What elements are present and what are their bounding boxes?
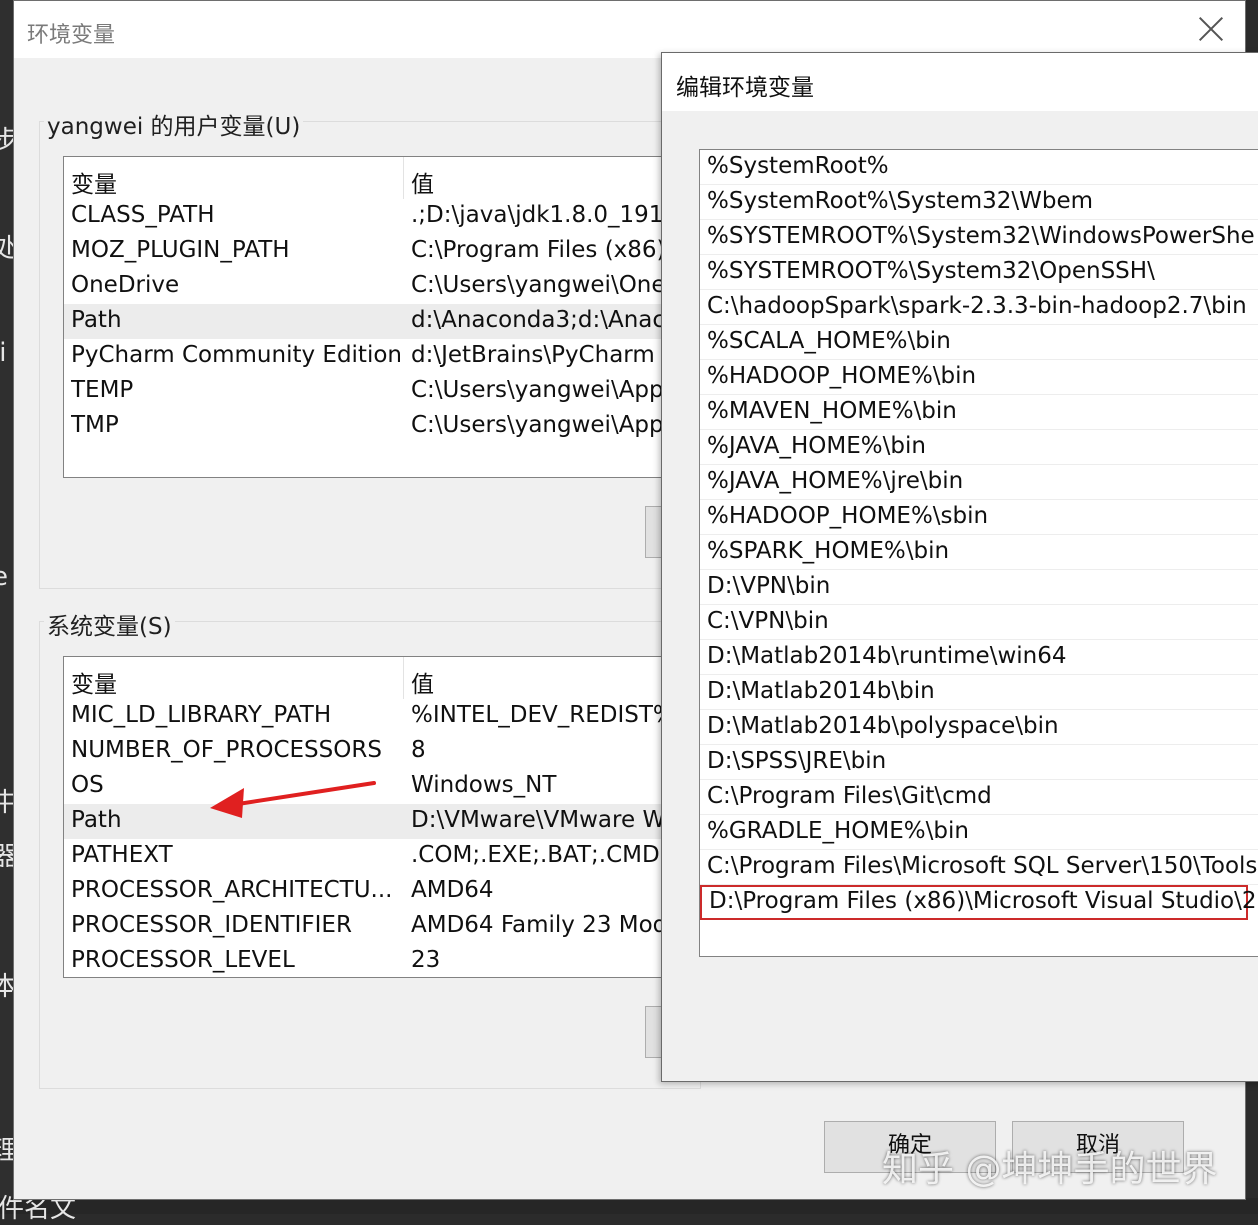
column-divider[interactable] bbox=[403, 157, 404, 199]
list-item[interactable]: %HADOOP_HOME%\bin bbox=[700, 360, 1258, 395]
variable-name: PROCESSOR_LEVEL bbox=[71, 947, 295, 973]
table-row-selected[interactable]: Path d:\Anaconda3;d:\Anac bbox=[64, 304, 704, 339]
list-item-edit-field[interactable]: D:\Program Files (x86)\Microsoft Visual … bbox=[700, 885, 1258, 920]
system-variables-legend: 系统变量(S) bbox=[44, 607, 175, 641]
table-row[interactable]: PyCharm Community Edition d:\JetBrains\Py… bbox=[64, 339, 704, 374]
list-item[interactable]: D:\Matlab2014b\polyspace\bin bbox=[700, 710, 1258, 745]
user-variables-table[interactable]: 变量 值 CLASS_PATH .;D:\java\jdk1.8.0_191/ M… bbox=[63, 156, 705, 478]
table-row[interactable]: MIC_LD_LIBRARY_PATH %INTEL_DEV_REDIST% bbox=[64, 699, 704, 734]
table-row[interactable]: OneDrive C:\Users\yangwei\One bbox=[64, 269, 704, 304]
list-item[interactable]: C:\Program Files\Git\cmd bbox=[700, 780, 1258, 815]
path-entries-list[interactable]: %SystemRoot% %SystemRoot%\System32\Wbem … bbox=[699, 149, 1258, 957]
table-row[interactable]: PROCESSOR_LEVEL 23 bbox=[64, 944, 704, 977]
list-item[interactable]: %SystemRoot%\System32\Wbem bbox=[700, 185, 1258, 220]
list-item[interactable]: %SPARK_HOME%\bin bbox=[700, 535, 1258, 570]
table-row[interactable]: CLASS_PATH .;D:\java\jdk1.8.0_191/ bbox=[64, 199, 704, 234]
table-row[interactable]: PROCESSOR_ARCHITECTU... AMD64 bbox=[64, 874, 704, 909]
arrow-shaft bbox=[236, 781, 376, 806]
variable-name: CLASS_PATH bbox=[71, 202, 215, 228]
column-divider[interactable] bbox=[403, 657, 404, 699]
list-item[interactable]: D:\Matlab2014b\bin bbox=[700, 675, 1258, 710]
list-item[interactable]: %SCALA_HOME%\bin bbox=[700, 325, 1258, 360]
list-item[interactable]: C:\Program Files\Microsoft SQL Server\15… bbox=[700, 850, 1258, 885]
table-row[interactable]: TEMP C:\Users\yangwei\App bbox=[64, 374, 704, 409]
list-item[interactable]: %HADOOP_HOME%\sbin bbox=[700, 500, 1258, 535]
background-text-fragment: e bbox=[0, 562, 8, 592]
column-header-variable[interactable]: 变量 bbox=[71, 165, 404, 199]
variable-name: MOZ_PLUGIN_PATH bbox=[71, 237, 290, 263]
dialog-titlebar: 环境变量 bbox=[14, 1, 1245, 58]
list-item[interactable]: D:\SPSS\JRE\bin bbox=[700, 745, 1258, 780]
variable-name: OneDrive bbox=[71, 272, 180, 298]
table-row[interactable]: TMP C:\Users\yangwei\App bbox=[64, 409, 704, 444]
table-row[interactable]: MOZ_PLUGIN_PATH C:\Program Files (x86)\ bbox=[64, 234, 704, 269]
list-item[interactable]: %JAVA_HOME%\jre\bin bbox=[700, 465, 1258, 500]
table-header: 变量 值 bbox=[64, 157, 704, 199]
variable-name: PATHEXT bbox=[71, 842, 173, 868]
table-row[interactable]: PATHEXT .COM;.EXE;.BAT;.CMD;. bbox=[64, 839, 704, 874]
table-header: 变量 值 bbox=[64, 657, 704, 699]
arrow-head bbox=[210, 788, 244, 818]
table-row[interactable]: PROCESSOR_IDENTIFIER AMD64 Family 23 Mod bbox=[64, 909, 704, 944]
variable-name: MIC_LD_LIBRARY_PATH bbox=[71, 702, 332, 728]
edit-dialog-titlebar: 编辑环境变量 bbox=[662, 53, 1258, 111]
list-item[interactable]: D:\VPN\bin bbox=[700, 570, 1258, 605]
list-item[interactable]: D:\Matlab2014b\runtime\win64 bbox=[700, 640, 1258, 675]
column-header-variable[interactable]: 变量 bbox=[71, 665, 404, 699]
edit-dialog-title: 编辑环境变量 bbox=[676, 75, 814, 101]
variable-name: PyCharm Community Edition bbox=[71, 342, 402, 368]
user-variables-legend: yangwei 的用户变量(U) bbox=[44, 107, 304, 141]
table-row[interactable]: NUMBER_OF_PROCESSORS 8 bbox=[64, 734, 704, 769]
background-left-strip bbox=[0, 0, 14, 1214]
close-icon[interactable] bbox=[1197, 15, 1225, 43]
edit-environment-variable-dialog: 编辑环境变量 %SystemRoot% %SystemRoot%\System3… bbox=[661, 52, 1258, 1082]
list-item[interactable]: %SystemRoot% bbox=[700, 150, 1258, 185]
variable-name: PROCESSOR_ARCHITECTU... bbox=[71, 877, 393, 903]
list-item[interactable]: %MAVEN_HOME%\bin bbox=[700, 395, 1258, 430]
watermark: 知乎 @坤坤手的世界 bbox=[882, 1149, 1218, 1190]
variable-name: TEMP bbox=[71, 377, 134, 403]
variable-name: NUMBER_OF_PROCESSORS bbox=[71, 737, 382, 763]
list-item[interactable]: %GRADLE_HOME%\bin bbox=[700, 815, 1258, 850]
list-item[interactable]: %SYSTEMROOT%\System32\OpenSSH\ bbox=[700, 255, 1258, 290]
dialog-title: 环境变量 bbox=[27, 23, 116, 48]
list-item[interactable]: C:\hadoopSpark\spark-2.3.3-bin-hadoop2.7… bbox=[700, 290, 1258, 325]
background-text-fragment: li bbox=[0, 338, 7, 368]
red-arrow-annotation bbox=[210, 781, 376, 818]
list-item[interactable]: C:\VPN\bin bbox=[700, 605, 1258, 640]
background-bottom-strip bbox=[0, 1198, 1258, 1214]
variable-name: PROCESSOR_IDENTIFIER bbox=[71, 912, 352, 938]
variable-name: TMP bbox=[71, 412, 119, 438]
variable-name: Path bbox=[71, 307, 122, 333]
list-item[interactable]: %SYSTEMROOT%\System32\WindowsPowerShe bbox=[700, 220, 1258, 255]
list-item[interactable]: %JAVA_HOME%\bin bbox=[700, 430, 1258, 465]
